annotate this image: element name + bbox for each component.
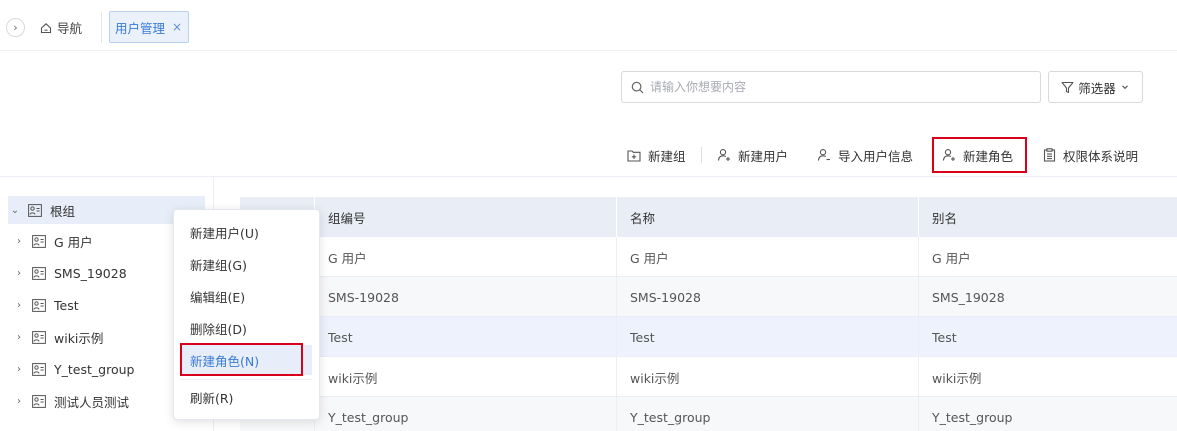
table-row[interactable]: Y_test_group Y_test_group Y_test_group — [240, 397, 1177, 431]
chevron-right-icon[interactable]: › — [12, 236, 26, 247]
top-bar: › 导航 用户管理 × — [0, 0, 1177, 51]
tree-node-label: 根组 — [50, 203, 76, 219]
chevron-down-icon — [1120, 82, 1130, 92]
clipboard-icon — [1043, 148, 1056, 162]
new-user-button[interactable]: 新建用户 — [717, 135, 788, 175]
table-row[interactable]: G 用户 G 用户 G 用户 — [240, 237, 1177, 277]
menu-new-role-highlight-box — [180, 343, 303, 376]
cell-group-id: G 用户 — [328, 250, 367, 266]
cell-group-id: SMS-19028 — [328, 289, 399, 305]
group-icon — [32, 394, 46, 408]
search-box — [621, 71, 1041, 103]
sidebar-expand-button[interactable]: › — [6, 18, 25, 37]
cell-name: wiki示例 — [630, 370, 680, 386]
permission-doc-button[interactable]: 权限体系说明 — [1043, 135, 1138, 175]
tree-node-label: G 用户 — [54, 234, 93, 250]
chevron-right-icon[interactable]: › — [12, 300, 26, 311]
group-icon — [32, 298, 46, 312]
tree-node-label: wiki示例 — [54, 330, 104, 346]
menu-item-edit-group[interactable]: 编辑组(E) — [180, 281, 312, 311]
chevron-right-icon[interactable]: › — [12, 396, 26, 407]
toolbar-divider — [701, 147, 702, 163]
user-import-icon — [817, 148, 831, 162]
tree-node-label: Test — [54, 297, 79, 313]
nav-divider — [101, 12, 102, 43]
new-group-label: 新建组 — [648, 148, 686, 164]
new-role-highlight-box — [932, 137, 1027, 173]
chevron-right-icon[interactable]: › — [12, 364, 26, 375]
table-row[interactable]: Test Test Test — [240, 317, 1177, 357]
group-icon — [32, 234, 46, 248]
group-icon — [32, 266, 46, 280]
cell-group-id: wiki示例 — [328, 370, 378, 386]
cell-alias: Y_test_group — [932, 409, 1013, 425]
funnel-icon — [1061, 81, 1074, 94]
cell-group-id: Y_test_group — [328, 409, 409, 425]
menu-item-delete-group[interactable]: 删除组(D) — [180, 313, 312, 343]
group-icon — [32, 362, 46, 376]
cell-alias: SMS_19028 — [932, 289, 1005, 305]
tab-close-icon[interactable]: × — [172, 20, 182, 34]
nav-label: 导航 — [57, 21, 83, 36]
add-folder-icon — [627, 149, 641, 162]
tab-label: 用户管理 — [115, 20, 166, 36]
search-icon — [631, 81, 644, 94]
permission-doc-label: 权限体系说明 — [1063, 148, 1139, 164]
add-user-icon — [717, 148, 731, 162]
menu-item-new-user[interactable]: 新建用户(U) — [180, 217, 312, 247]
search-input[interactable] — [650, 80, 1030, 94]
menu-divider — [180, 379, 312, 380]
new-group-button[interactable]: 新建组 — [627, 135, 686, 175]
group-icon — [32, 330, 46, 344]
cell-name: Test — [630, 329, 655, 345]
chevron-right-icon: › — [13, 21, 18, 34]
menu-item-refresh[interactable]: 刷新(R) — [180, 382, 312, 412]
table-row[interactable]: SMS-19028 SMS-19028 SMS_19028 — [240, 277, 1177, 317]
cell-name: Y_test_group — [630, 409, 711, 425]
tab-user-management[interactable]: 用户管理 × — [109, 11, 189, 43]
home-icon — [40, 22, 52, 34]
filter-label: 筛选器 — [1078, 80, 1116, 96]
tree-node-label: 测试人员测试 — [54, 394, 130, 410]
table-row[interactable]: wiki示例 wiki示例 wiki示例 — [240, 357, 1177, 397]
cell-alias: Test — [932, 329, 957, 345]
chevron-right-icon[interactable]: › — [12, 332, 26, 343]
cell-alias: G 用户 — [932, 250, 971, 266]
nav-home-link[interactable]: 导航 — [40, 18, 82, 37]
import-user-label: 导入用户信息 — [838, 148, 914, 164]
column-header-alias[interactable]: 别名 — [918, 197, 957, 237]
tree-node-label: Y_test_group — [54, 361, 135, 377]
menu-item-new-group[interactable]: 新建组(G) — [180, 249, 312, 279]
chevron-down-icon[interactable]: ⌄ — [8, 205, 22, 216]
tree-node-label: SMS_19028 — [54, 265, 127, 281]
column-header-group-id[interactable]: 组编号 — [314, 197, 366, 237]
import-user-button[interactable]: 导入用户信息 — [817, 135, 913, 175]
cell-alias: wiki示例 — [932, 370, 982, 386]
group-icon — [28, 203, 42, 217]
column-header-name[interactable]: 名称 — [616, 197, 655, 237]
chevron-right-icon[interactable]: › — [12, 268, 26, 279]
filter-button[interactable]: 筛选器 — [1048, 71, 1143, 103]
new-user-label: 新建用户 — [738, 148, 789, 164]
cell-name: G 用户 — [630, 250, 669, 266]
tree-context-menu: 新建用户(U) 新建组(G) 编辑组(E) 删除组(D) 新建角色(N) 刷新(… — [173, 209, 320, 420]
cell-name: SMS-19028 — [630, 289, 701, 305]
table-header: 组编号 名称 别名 — [240, 197, 1177, 237]
